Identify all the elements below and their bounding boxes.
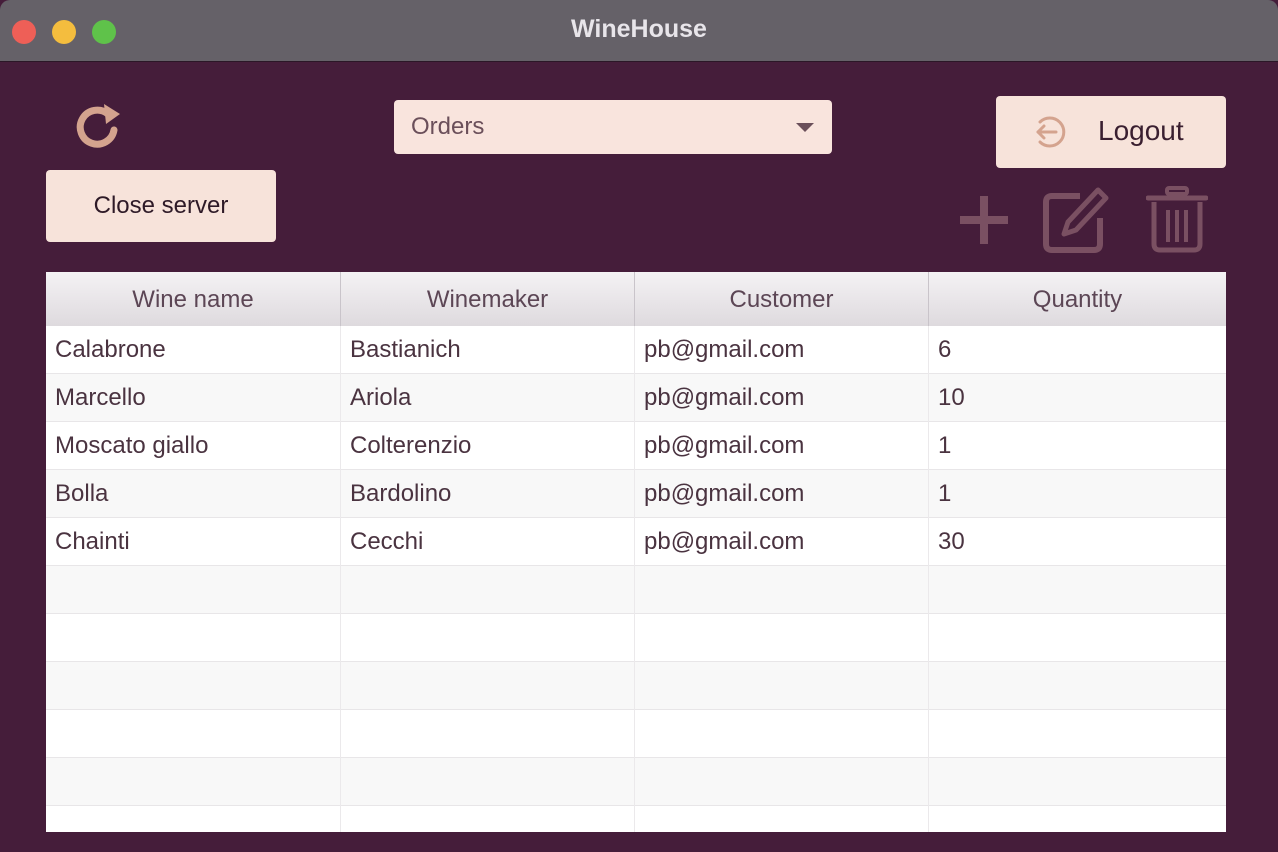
- logout-label: Logout: [1098, 115, 1184, 146]
- cell-customer: pb@gmail.com: [635, 422, 929, 470]
- empty-cell: [46, 662, 341, 710]
- empty-cell: [341, 566, 635, 614]
- empty-cell: [635, 566, 929, 614]
- cell-winemaker: Cecchi: [341, 518, 635, 566]
- empty-cell: [341, 710, 635, 758]
- empty-table-row: [46, 662, 1226, 710]
- cell-customer: pb@gmail.com: [635, 374, 929, 422]
- empty-cell: [635, 758, 929, 806]
- cell-winemaker: Ariola: [341, 374, 635, 422]
- table-header: Wine name Winemaker Customer Quantity: [46, 272, 1226, 327]
- empty-cell: [635, 710, 929, 758]
- empty-cell: [929, 806, 1226, 832]
- logout-button[interactable]: Logout: [996, 96, 1226, 168]
- empty-cell: [46, 710, 341, 758]
- cell-customer: pb@gmail.com: [635, 518, 929, 566]
- empty-cell: [341, 806, 635, 832]
- trash-icon[interactable]: [1145, 186, 1209, 259]
- cell-wine-name: Bolla: [46, 470, 341, 518]
- column-header-quantity[interactable]: Quantity: [929, 272, 1226, 326]
- empty-cell: [46, 806, 341, 832]
- chevron-down-icon: [796, 123, 814, 132]
- app-window: WineHouse Orders Logout Close server Win…: [0, 0, 1278, 852]
- close-server-button[interactable]: Close server: [46, 170, 276, 242]
- table-row[interactable]: Moscato giallo Colterenzio pb@gmail.com …: [46, 422, 1226, 470]
- cell-wine-name: Calabrone: [46, 326, 341, 374]
- empty-table-row: [46, 758, 1226, 806]
- empty-cell: [929, 758, 1226, 806]
- table-row[interactable]: Marcello Ariola pb@gmail.com 10: [46, 374, 1226, 422]
- empty-table-row: [46, 614, 1226, 662]
- empty-cell: [341, 614, 635, 662]
- cell-quantity: 10: [938, 384, 965, 411]
- cell-quantity: 1: [938, 432, 952, 459]
- empty-cell: [341, 758, 635, 806]
- cell-wine-name: Chainti: [46, 518, 341, 566]
- cell-customer: pb@gmail.com: [635, 470, 929, 518]
- plus-icon[interactable]: [956, 190, 1012, 255]
- window-title: WineHouse: [571, 15, 707, 43]
- empty-cell: [929, 710, 1226, 758]
- empty-table-row: [46, 566, 1226, 614]
- cell-quantity: 1: [938, 480, 952, 507]
- table-row[interactable]: Bolla Bardolino pb@gmail.com 1: [46, 470, 1226, 518]
- table-row[interactable]: Chainti Cecchi pb@gmail.com 30: [46, 518, 1226, 566]
- empty-cell: [929, 662, 1226, 710]
- empty-table-row: [46, 710, 1226, 758]
- cell-quantity: 6: [938, 336, 952, 363]
- orders-table: Wine name Winemaker Customer Quantity Ca…: [46, 272, 1226, 832]
- title-bar: WineHouse: [0, 0, 1278, 62]
- empty-cell: [635, 662, 929, 710]
- cell-quantity: 30: [938, 528, 965, 555]
- cell-winemaker: Bardolino: [341, 470, 635, 518]
- cell-wine-name: Moscato giallo: [46, 422, 341, 470]
- empty-cell: [46, 614, 341, 662]
- empty-cell: [929, 566, 1226, 614]
- table-row[interactable]: Calabrone Bastianich pb@gmail.com 6: [46, 326, 1226, 374]
- logout-icon: [1036, 116, 1066, 148]
- view-select-value: Orders: [411, 113, 485, 140]
- cell-winemaker: Colterenzio: [341, 422, 635, 470]
- empty-cell: [46, 758, 341, 806]
- column-header-winemaker[interactable]: Winemaker: [341, 272, 635, 326]
- empty-cell: [46, 566, 341, 614]
- cell-customer: pb@gmail.com: [635, 326, 929, 374]
- empty-cell: [635, 806, 929, 832]
- cell-winemaker: Bastianich: [341, 326, 635, 374]
- empty-cell: [929, 614, 1226, 662]
- column-header-wine-name[interactable]: Wine name: [46, 272, 341, 326]
- empty-cell: [341, 662, 635, 710]
- cell-wine-name: Marcello: [46, 374, 341, 422]
- empty-table-row: [46, 806, 1226, 832]
- view-select[interactable]: Orders: [394, 100, 832, 154]
- column-header-customer[interactable]: Customer: [635, 272, 929, 326]
- edit-icon[interactable]: [1042, 186, 1110, 259]
- empty-cell: [635, 614, 929, 662]
- refresh-icon[interactable]: [70, 100, 126, 156]
